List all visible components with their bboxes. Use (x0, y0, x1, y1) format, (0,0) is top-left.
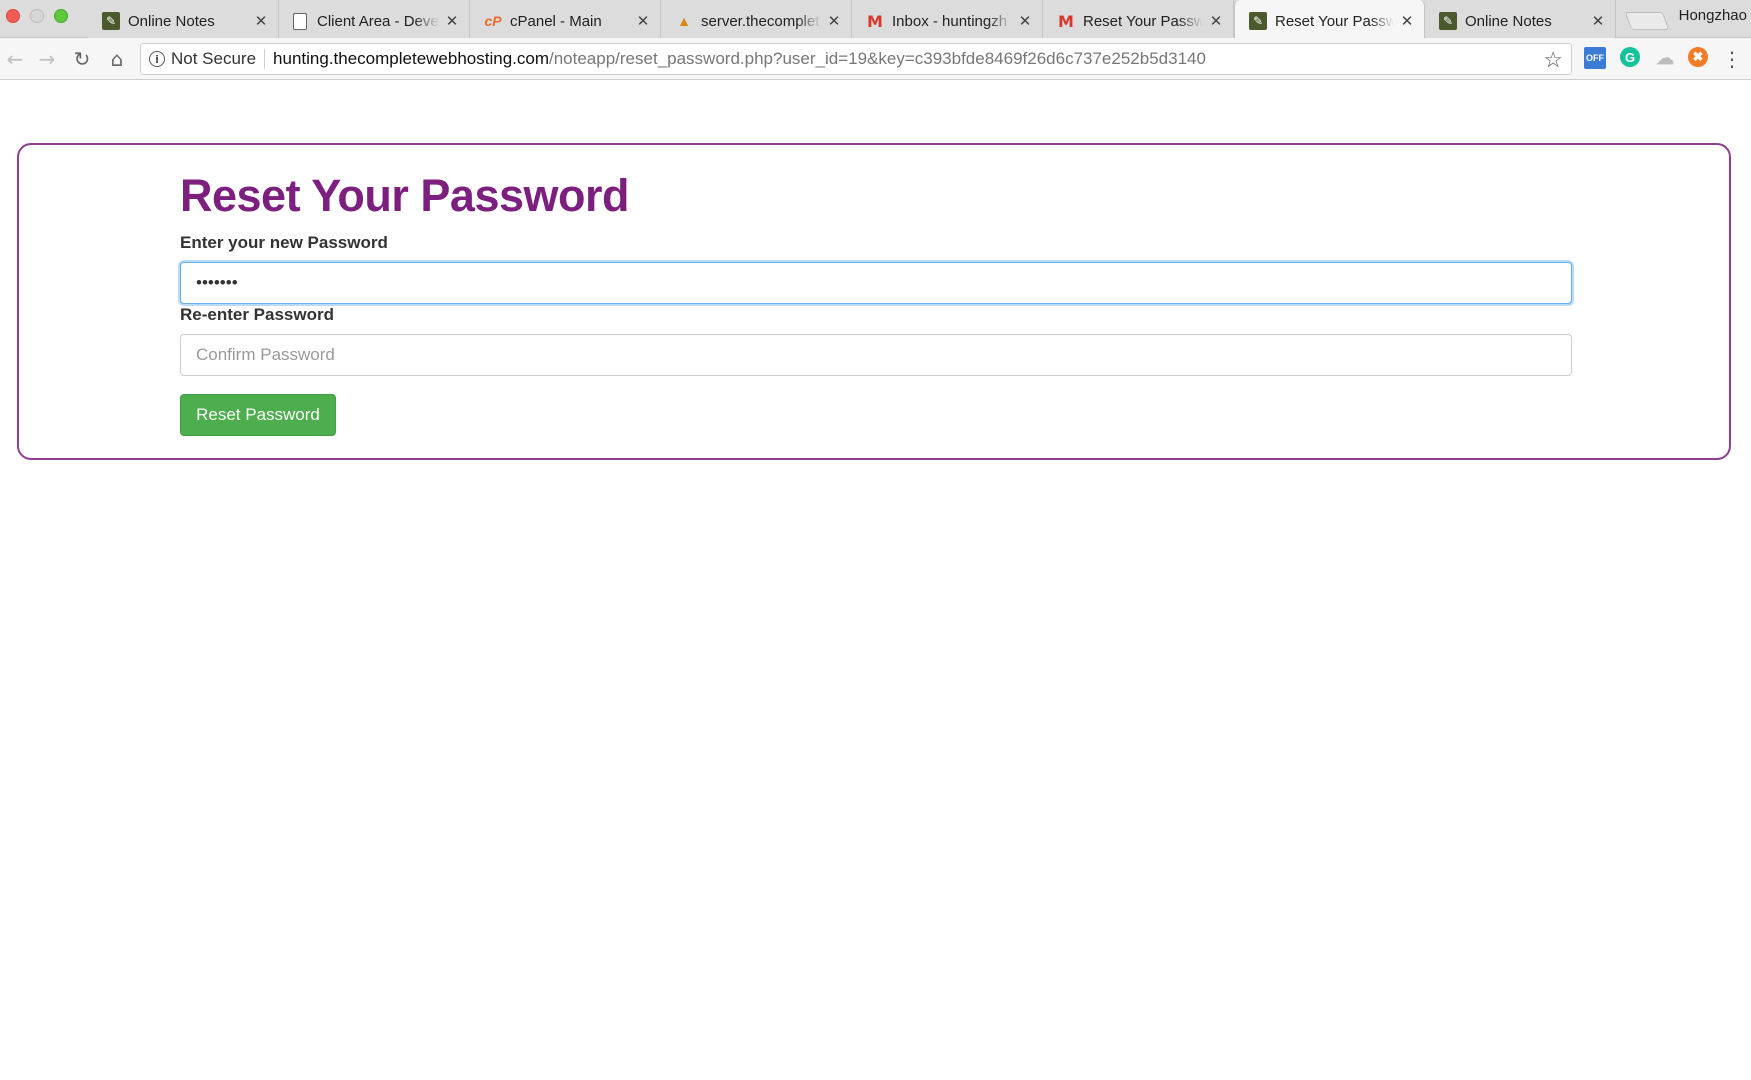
browser-tab[interactable]: ✎ Online Notes ✕ (1425, 0, 1616, 38)
close-window-button[interactable] (6, 9, 20, 23)
tab-title: Reset Your Passw (1275, 12, 1394, 30)
tab-title: Client Area - Deve (317, 12, 439, 30)
browser-toolbar: ← → ↻ ⌂ i Not Secure hunting.thecomplete… (0, 38, 1751, 80)
note-icon: ✎ (1249, 12, 1267, 30)
note-icon: ✎ (102, 12, 120, 30)
arrow-right-icon: → (38, 47, 56, 71)
browser-tab[interactable]: M Inbox - huntingzh ✕ (852, 0, 1043, 38)
tab-title: Online Notes (1465, 12, 1552, 30)
close-icon[interactable]: ✕ (827, 12, 841, 30)
tab-title: cPanel - Main (510, 12, 602, 30)
home-button[interactable]: ⌂ (104, 46, 130, 72)
cpanel-icon: cP (484, 13, 502, 29)
forward-button[interactable]: → (34, 46, 60, 72)
home-icon: ⌂ (110, 47, 124, 71)
reset-password-card: Reset Your Password Enter your new Passw… (17, 143, 1731, 460)
url-host[interactable]: hunting.thecompletewebhosting.com (273, 49, 549, 69)
confirm-password-label: Re-enter Password (180, 305, 334, 324)
reset-password-button[interactable]: Reset Password (180, 394, 336, 436)
browser-tab-strip: ✎ Online Notes ✕ Client Area - Deve ✕ cP… (0, 0, 1751, 38)
close-icon[interactable]: ✕ (1209, 12, 1223, 30)
new-password-label: Enter your new Password (180, 233, 388, 252)
gmail-icon: M (867, 11, 883, 31)
minimize-window-button[interactable] (30, 9, 44, 23)
new-tab-button[interactable] (1624, 12, 1670, 30)
reload-button[interactable]: ↻ (69, 46, 95, 72)
server-icon: ▲ (677, 13, 691, 29)
back-button[interactable]: ← (2, 46, 28, 72)
reload-icon: ↻ (73, 47, 91, 71)
confirm-password-input[interactable] (180, 334, 1572, 376)
extension-off-icon[interactable]: OFF (1584, 47, 1606, 69)
grammarly-icon[interactable]: G (1620, 47, 1640, 67)
orange-extension-icon[interactable]: ✖ (1688, 47, 1708, 67)
note-icon: ✎ (1439, 12, 1457, 30)
address-bar[interactable]: i Not Secure hunting.thecompletewebhosti… (140, 43, 1572, 75)
close-icon[interactable]: ✕ (1400, 12, 1414, 30)
tab-title: Online Notes (128, 12, 215, 30)
tab-title: Inbox - huntingzh (892, 12, 1008, 30)
close-icon[interactable]: ✕ (636, 12, 650, 30)
browser-tab[interactable]: ▲ server.thecomplet ✕ (661, 0, 852, 38)
maximize-window-button[interactable] (54, 9, 68, 23)
tab-title: server.thecomplet (701, 12, 820, 30)
close-icon[interactable]: ✕ (1591, 12, 1605, 30)
info-icon[interactable]: i (149, 51, 165, 67)
gmail-icon: M (1058, 11, 1074, 31)
profile-name[interactable]: Hongzhao (1679, 7, 1747, 24)
tab-title: Reset Your Passw (1083, 12, 1203, 30)
browser-tab[interactable]: cP cPanel - Main ✕ (470, 0, 661, 38)
security-label[interactable]: Not Secure (171, 49, 256, 69)
browser-tab-active[interactable]: ✎ Reset Your Passw ✕ (1234, 0, 1425, 38)
cloud-icon[interactable]: ☁ (1654, 47, 1676, 69)
browser-tab[interactable]: M Reset Your Passw ✕ (1043, 0, 1234, 38)
new-password-input[interactable] (180, 262, 1572, 304)
document-icon (293, 12, 307, 30)
close-icon[interactable]: ✕ (1018, 12, 1032, 30)
more-menu-icon[interactable]: ⋮ (1722, 46, 1742, 72)
url-path[interactable]: /noteapp/reset_password.php?user_id=19&k… (549, 49, 1206, 69)
tab-list: ✎ Online Notes ✕ Client Area - Deve ✕ cP… (88, 0, 1670, 38)
bookmark-star-icon[interactable]: ☆ (1543, 47, 1563, 73)
page-title: Reset Your Password (180, 170, 630, 221)
browser-tab[interactable]: ✎ Online Notes ✕ (88, 0, 279, 38)
arrow-left-icon: ← (6, 47, 24, 71)
close-icon[interactable]: ✕ (254, 12, 268, 30)
browser-tab[interactable]: Client Area - Deve ✕ (279, 0, 470, 38)
divider (264, 49, 266, 69)
close-icon[interactable]: ✕ (445, 12, 459, 30)
